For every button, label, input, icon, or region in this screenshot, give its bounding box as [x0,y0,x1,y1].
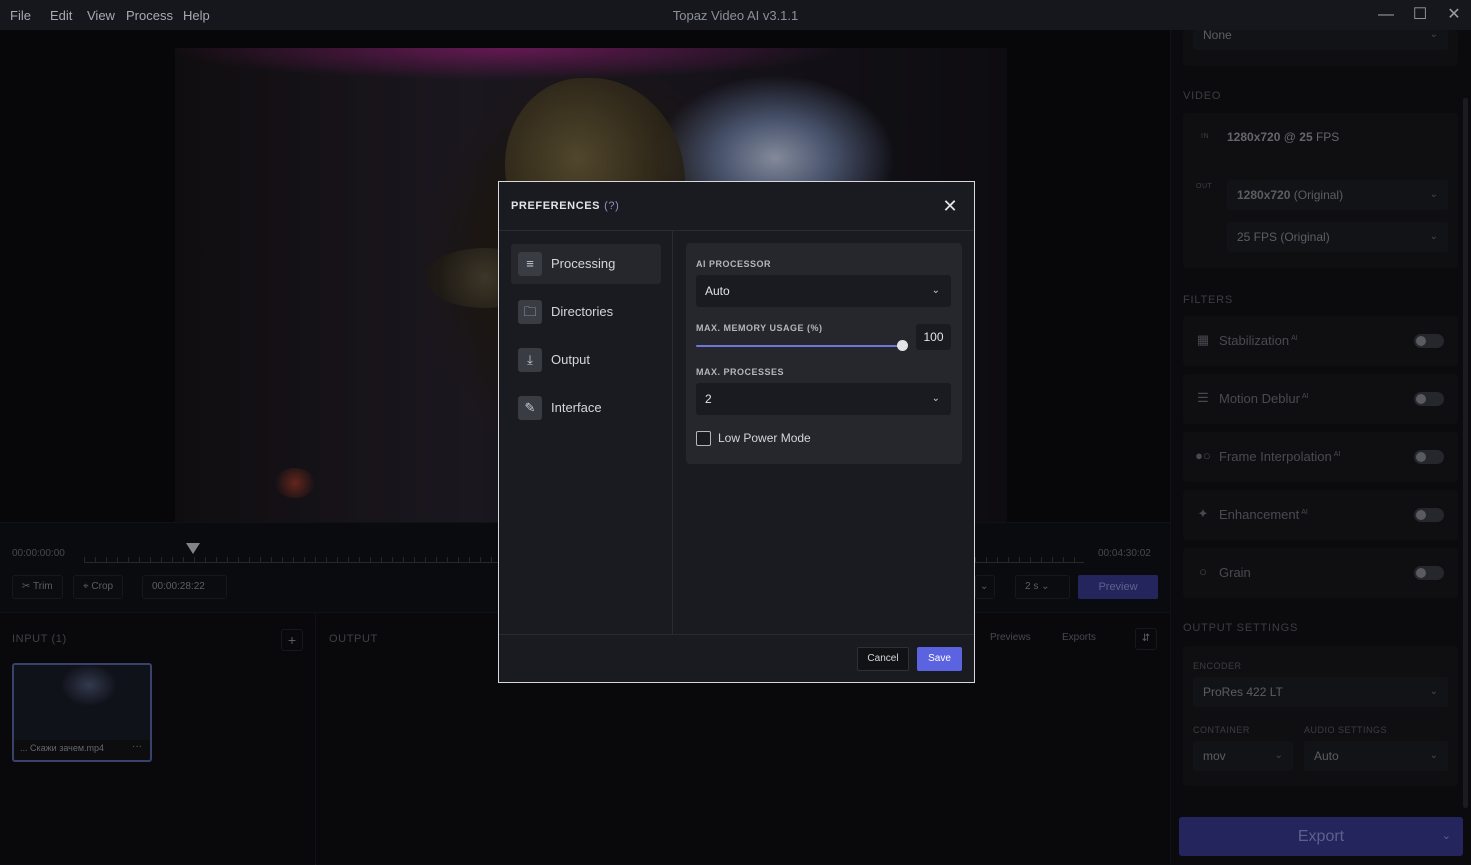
edit-icon: ✎ [518,396,542,420]
max-processes-value: 2 [705,392,712,406]
download-icon: ⤓ [518,348,542,372]
nav-item-output[interactable]: ⤓ Output [511,340,661,380]
chevron-down-icon: ⌄ [931,393,940,404]
title-bar: File Edit View Process Help Topaz Video … [0,0,1471,30]
nav-label: Interface [551,400,602,415]
ai-processor-value: Auto [705,284,730,298]
menu-view[interactable]: View [87,8,115,23]
low-power-checkbox[interactable] [696,431,711,446]
maximize-icon[interactable]: ☐ [1409,4,1431,26]
menu-process[interactable]: Process [126,8,173,23]
menu-edit[interactable]: Edit [50,8,72,23]
nav-item-directories[interactable]: 🗀 Directories [511,292,661,332]
max-processes-label: MAX. PROCESSES [696,367,785,377]
close-window-icon[interactable]: ✕ [1443,4,1465,26]
nav-label: Directories [551,304,614,319]
low-power-label[interactable]: Low Power Mode [718,431,811,445]
processing-settings: AI PROCESSOR Auto ⌄ MAX. MEMORY USAGE (%)… [686,243,962,464]
chevron-down-icon: ⌄ [931,285,940,296]
memory-usage-value[interactable]: 100 [916,324,951,350]
close-icon[interactable]: ✕ [940,196,960,216]
sliders-icon: ≡ [518,252,542,276]
memory-usage-label: MAX. MEMORY USAGE (%) [696,323,823,333]
memory-usage-slider[interactable] [696,345,903,347]
menu-help[interactable]: Help [183,8,210,23]
memory-usage-slider-handle[interactable] [897,340,908,351]
preferences-dialog: PREFERENCES (?) ✕ ≡ Processing 🗀 Director… [498,181,975,683]
folder-icon: 🗀 [518,300,542,324]
dialog-footer: Cancel Save [499,634,974,682]
nav-item-processing[interactable]: ≡ Processing [511,244,661,284]
cancel-button[interactable]: Cancel [857,647,909,671]
nav-label: Processing [551,256,616,271]
dialog-title-text: PREFERENCES [511,200,601,212]
nav-label: Output [551,352,591,367]
menu-file[interactable]: File [10,8,31,23]
minimize-icon[interactable]: — [1375,4,1397,26]
save-button[interactable]: Save [917,647,962,671]
window-title: Topaz Video AI v3.1.1 [672,8,799,23]
preferences-nav: ≡ Processing 🗀 Directories ⤓ Output ✎ In… [499,231,673,634]
nav-item-interface[interactable]: ✎ Interface [511,388,661,428]
dialog-title: PREFERENCES (?) [511,200,619,212]
max-processes-select[interactable]: 2 ⌄ [696,383,951,415]
ai-processor-select[interactable]: Auto ⌄ [696,275,951,307]
dialog-header: PREFERENCES (?) ✕ [499,182,974,231]
help-link[interactable]: (?) [604,200,619,212]
ai-processor-label: AI PROCESSOR [696,259,772,269]
